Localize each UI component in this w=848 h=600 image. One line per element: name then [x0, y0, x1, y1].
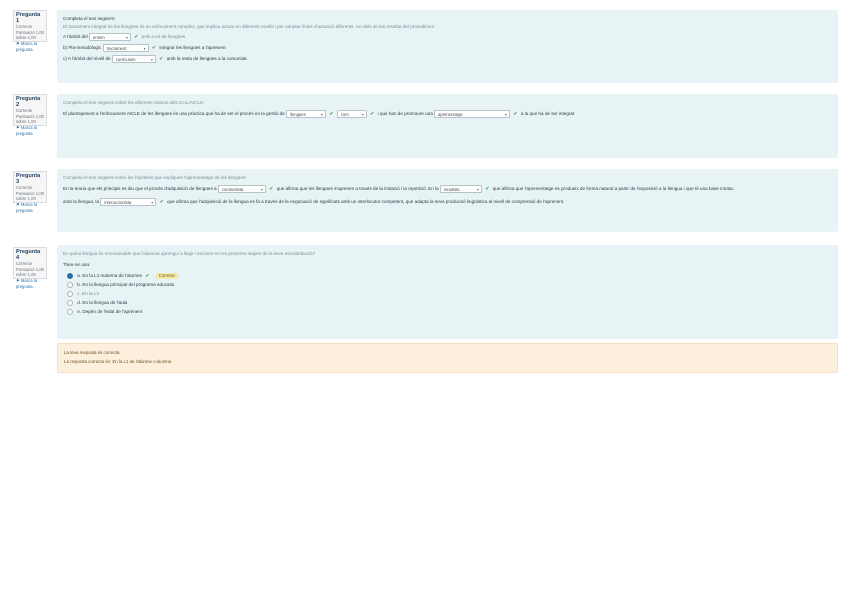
answer-select-2[interactable]: com: [336, 110, 367, 118]
question-title: En quina llengua és recomanable que l'al…: [63, 251, 316, 256]
question-number: Pregunta 3: [16, 173, 41, 185]
feedback-result: La teva resposta és correcta.: [64, 350, 121, 355]
answer-option-d[interactable]: d. En la llengua de l'aula: [67, 298, 832, 307]
correct-check-icon: ✔: [134, 34, 139, 41]
answer-options: a. En la L1 materna de l'alumne ✔ Correc…: [63, 271, 832, 316]
answer-select-3[interactable]: currículum: [111, 55, 156, 63]
correct-badge: Correcte: [155, 273, 178, 279]
flag-question-link[interactable]: ⚑ Marca la pregunta: [16, 125, 44, 136]
question-number: Pregunta 2: [16, 96, 41, 108]
answer-option-c[interactable]: c. En la L2: [67, 289, 832, 298]
question-score: Puntuació 1,00 sobre 1,00: [16, 113, 44, 125]
radio-unselected[interactable]: [67, 281, 73, 288]
flag-question-link[interactable]: ⚑ Marca la pregunta: [16, 278, 44, 289]
answer-select-3[interactable]: interaccionista: [100, 198, 157, 206]
answer-option-b[interactable]: b. En la llengua principal del programa …: [67, 280, 832, 289]
answer-select-1[interactable]: entorn: [88, 33, 131, 41]
question-number: Pregunta 4: [16, 249, 41, 261]
question-prompt: Trieu-ne una:: [63, 262, 91, 267]
radio-selected[interactable]: [67, 272, 73, 279]
question-score: Puntuació 1,00 sobre 1,00: [16, 266, 44, 278]
answer-select-2[interactable]: innatista: [439, 185, 482, 193]
answer-select-1[interactable]: llengües: [286, 110, 327, 118]
question-info: Pregunta 1 Correcte Puntuació 1,00 sobre…: [13, 10, 47, 52]
correct-check-icon: ✔: [269, 186, 274, 193]
question-info: Pregunta 3 Correcte Puntuació 1,00 sobre…: [13, 171, 47, 213]
correct-check-icon: ✔: [145, 273, 150, 279]
correct-check-icon: ✔: [151, 45, 157, 52]
correct-check-icon: ✔: [485, 186, 490, 193]
question-title: Completa el text següent sobre les hipòt…: [63, 175, 247, 180]
flag-question-link[interactable]: ⚑ Marca la pregunta: [16, 41, 44, 52]
feedback-correct-answer: La resposta correcta és: En la L1 de l'a…: [64, 359, 172, 364]
feedback-panel: La teva resposta és correcta. La respost…: [57, 343, 838, 373]
flag-question-link[interactable]: ⚑ Marca la pregunta: [16, 202, 44, 213]
correct-check-icon: ✔: [159, 199, 164, 206]
question-content: Completa el text següent: El tractament …: [57, 10, 838, 83]
answer-select-1[interactable]: conductista: [217, 185, 266, 193]
question-info: Pregunta 2 Correcte Puntuació 1,00 sobre…: [13, 94, 47, 136]
correct-check-icon: ✔: [513, 111, 518, 118]
question-content: Completa el text següent sobre les hipòt…: [57, 169, 838, 232]
question-content: Completa el text següent sobre les difer…: [57, 94, 838, 158]
question-score: Puntuació 1,00 sobre 1,00: [16, 29, 44, 41]
question-text: El tractament integral de les llengües é…: [63, 24, 435, 29]
radio-unselected[interactable]: [67, 308, 73, 315]
question-number: Pregunta 1: [16, 12, 41, 24]
radio-unselected[interactable]: [67, 290, 73, 297]
radio-unselected[interactable]: [67, 299, 73, 306]
answer-select-3[interactable]: aprenentatge: [434, 110, 511, 118]
answer-option-a[interactable]: a. En la L1 materna de l'alumne ✔ Correc…: [67, 271, 832, 280]
question-content: En quina llengua és recomanable que l'al…: [57, 245, 838, 339]
correct-check-icon: ✔: [159, 56, 164, 63]
correct-check-icon: ✔: [329, 111, 334, 118]
answer-option-e[interactable]: e. Depèn de l'edat de l'aprenent: [67, 307, 832, 316]
question-title: Completa el text següent sobre les difer…: [63, 100, 205, 105]
question-score: Puntuació 1,00 sobre 1,00: [16, 190, 44, 202]
question-title: Completa el text següent:: [63, 16, 116, 21]
correct-check-icon: ✔: [370, 111, 375, 118]
question-info: Pregunta 4 Correcte Puntuació 1,00 sobre…: [13, 247, 47, 289]
answer-select-2[interactable]: tractament: [102, 44, 149, 52]
